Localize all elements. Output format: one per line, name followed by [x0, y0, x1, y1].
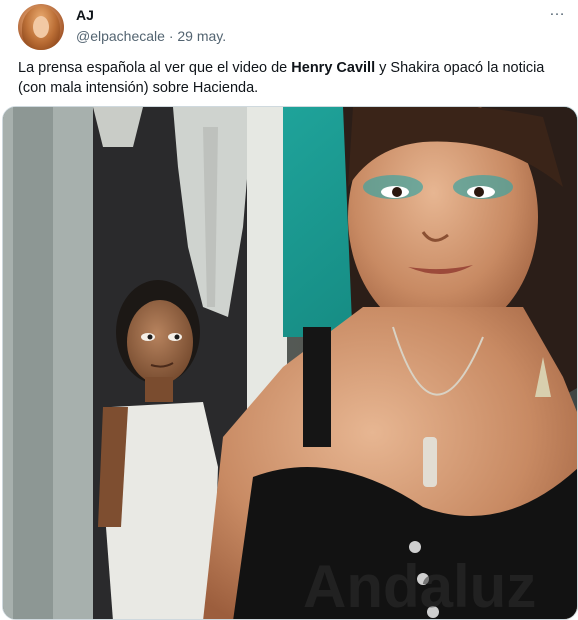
author-handle[interactable]: @elpachecale [76, 28, 165, 44]
avatar-face [33, 16, 49, 38]
tweet-media-photo[interactable]: Andaluz [2, 106, 578, 620]
photo-illustration: Andaluz [3, 107, 577, 620]
tweet-date[interactable]: 29 may. [177, 28, 226, 44]
tweet-meta: @elpachecale · 29 may. [76, 27, 226, 45]
avatar[interactable] [18, 4, 64, 50]
meta-separator: · [164, 28, 178, 44]
tweet-card[interactable]: AJ @elpachecale · 29 may. … La prensa es… [0, 0, 578, 620]
author-name[interactable]: AJ [76, 6, 94, 24]
more-options-icon[interactable]: … [549, 2, 566, 20]
tweet-text-bold: Henry Cavill [291, 60, 376, 76]
tweet-text-part1: La prensa española al ver que el video d… [18, 60, 292, 76]
shirt-lettering: Andaluz [303, 553, 536, 620]
tweet-text: La prensa española al ver que el video d… [18, 58, 568, 98]
